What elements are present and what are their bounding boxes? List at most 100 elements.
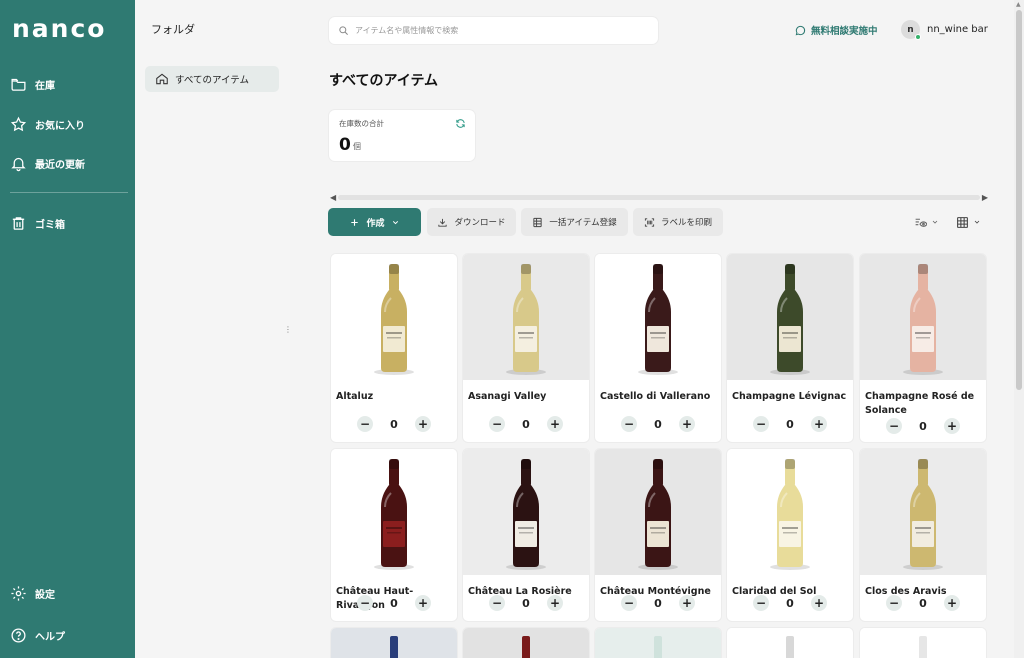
item-card[interactable] (727, 628, 853, 658)
item-name[interactable]: Castello di Vallerano (595, 380, 721, 404)
sidebar-item-help[interactable]: ヘルプ (10, 622, 128, 648)
sidebar-item-label: 在庫 (35, 80, 55, 92)
decrement-button[interactable]: − (357, 416, 373, 432)
scroll-left-arrow-icon[interactable]: ◀ (330, 192, 336, 203)
item-photo[interactable] (595, 628, 721, 658)
scrollbar-track[interactable] (338, 195, 980, 200)
increment-button[interactable]: + (811, 416, 827, 432)
item-name[interactable]: Champagne Lévignac (727, 380, 853, 404)
increment-button[interactable]: + (547, 416, 563, 432)
decrement-button[interactable]: − (621, 416, 637, 432)
sidebar-item-settings[interactable]: 設定 (10, 580, 128, 606)
item-name[interactable]: Asanagi Valley (463, 380, 589, 404)
increment-button[interactable]: + (415, 416, 431, 432)
increment-button[interactable]: + (415, 595, 431, 611)
decrement-button[interactable]: − (621, 595, 637, 611)
increment-button[interactable]: + (547, 595, 563, 611)
scrollbar-thumb[interactable] (1016, 10, 1022, 390)
horizontal-scrollbar[interactable]: ◀ ▶ (329, 192, 989, 203)
item-card[interactable]: Claridad del Sol −0 + (727, 449, 853, 621)
increment-button[interactable]: + (811, 595, 827, 611)
sidebar-item-inventory[interactable]: 在庫 (10, 71, 128, 97)
increment-button[interactable]: + (679, 595, 695, 611)
sidebar-item-label: 設定 (35, 589, 55, 601)
app-logo[interactable]: nanco (12, 14, 106, 43)
consult-link[interactable]: 無料相談実施中 (795, 23, 878, 37)
item-photo[interactable] (595, 254, 721, 380)
eye-list-icon (915, 218, 927, 227)
item-photo[interactable] (727, 449, 853, 575)
quantity-stepper: − 0 + (860, 595, 986, 611)
item-card[interactable]: Château Montévigne −0 + (595, 449, 721, 621)
view-mode-button[interactable] (956, 208, 981, 236)
item-photo[interactable] (331, 449, 457, 575)
sidebar-item-trash[interactable]: ゴミ箱 (10, 210, 128, 236)
decrement-button[interactable]: − (886, 418, 902, 434)
item-photo[interactable] (463, 254, 589, 380)
create-button[interactable]: 作成 (328, 208, 421, 236)
item-card[interactable]: Château La Rosière −0 + (463, 449, 589, 621)
decrement-button[interactable]: − (357, 595, 373, 611)
item-photo[interactable] (331, 628, 457, 658)
item-card[interactable]: Clos des Aravis −0 + (860, 449, 986, 621)
decrement-button[interactable]: − (489, 595, 505, 611)
scroll-right-arrow-icon[interactable]: ▶ (982, 192, 988, 203)
increment-button[interactable]: + (944, 418, 960, 434)
scroll-up-arrow-icon[interactable]: ▲ (1016, 1, 1021, 8)
quantity-stepper: − 0 + (727, 595, 853, 611)
plus-icon (351, 218, 359, 226)
chevron-down-icon (932, 220, 938, 224)
avatar: n (901, 20, 921, 40)
folder-item-all[interactable]: すべてのアイテム (145, 66, 279, 92)
sidebar-item-favorites[interactable]: お気に入り (10, 111, 128, 137)
page-title: すべてのアイテム (329, 73, 439, 89)
item-card[interactable] (595, 628, 721, 658)
item-photo[interactable] (860, 449, 986, 575)
item-card[interactable] (860, 628, 986, 658)
bulk-register-button[interactable]: 一括アイテム登録 (521, 208, 628, 236)
item-name[interactable]: Altaluz (331, 380, 457, 404)
sidebar-item-label: ヘルプ (35, 631, 65, 643)
quantity-value: 0 (522, 596, 530, 610)
download-button[interactable]: ダウンロード (427, 208, 516, 236)
item-photo[interactable] (860, 628, 986, 658)
item-card[interactable] (331, 628, 457, 658)
item-card[interactable]: Château Haut-Rivançon−0+ (331, 449, 457, 621)
item-photo[interactable] (860, 254, 986, 380)
item-card[interactable]: Altaluz − 0 + (331, 254, 457, 442)
sidebar-item-recent[interactable]: 最近の更新 (10, 150, 128, 176)
decrement-button[interactable]: − (489, 416, 505, 432)
item-name[interactable]: Champagne Rosé de Solance (860, 380, 986, 418)
quantity-stepper: − 0 + (727, 416, 853, 432)
trash-icon (12, 216, 25, 230)
increment-button[interactable]: + (944, 595, 960, 611)
search-input[interactable] (355, 26, 645, 35)
decrement-button[interactable]: − (753, 595, 769, 611)
window-scrollbar[interactable]: ▲ (1014, 0, 1024, 658)
item-card[interactable]: Champagne Rosé de Solance − 0 + (860, 254, 986, 442)
quantity-value: 0 (786, 596, 794, 610)
item-photo[interactable] (331, 254, 457, 380)
item-photo[interactable] (463, 449, 589, 575)
search-box[interactable] (329, 17, 658, 44)
item-card[interactable]: Champagne Lévignac − 0 + (727, 254, 853, 442)
item-photo[interactable] (595, 449, 721, 575)
print-label-button[interactable]: ラベルを印刷 (633, 208, 723, 236)
item-card[interactable]: Asanagi Valley − 0 + (463, 254, 589, 442)
user-name: nn_wine bar (927, 24, 988, 35)
item-photo[interactable] (727, 254, 853, 380)
quantity-stepper: − 0 + (331, 416, 457, 432)
item-photo[interactable] (727, 628, 853, 658)
decrement-button[interactable]: − (753, 416, 769, 432)
sidebar: nanco 在庫 お気に入り 最近の更新 ゴミ箱 設定 ヘルプ (0, 0, 135, 658)
stock-total-label: 在庫数の合計 (339, 119, 384, 128)
item-card[interactable] (463, 628, 589, 658)
display-settings-button[interactable] (914, 208, 939, 236)
stock-total-card: 在庫数の合計 0 個 (329, 110, 475, 161)
refresh-icon[interactable] (455, 118, 466, 129)
decrement-button[interactable]: − (886, 595, 902, 611)
item-photo[interactable] (463, 628, 589, 658)
user-menu[interactable]: n nn_wine bar (901, 20, 988, 40)
increment-button[interactable]: + (679, 416, 695, 432)
item-card[interactable]: Castello di Vallerano − 0 + (595, 254, 721, 442)
